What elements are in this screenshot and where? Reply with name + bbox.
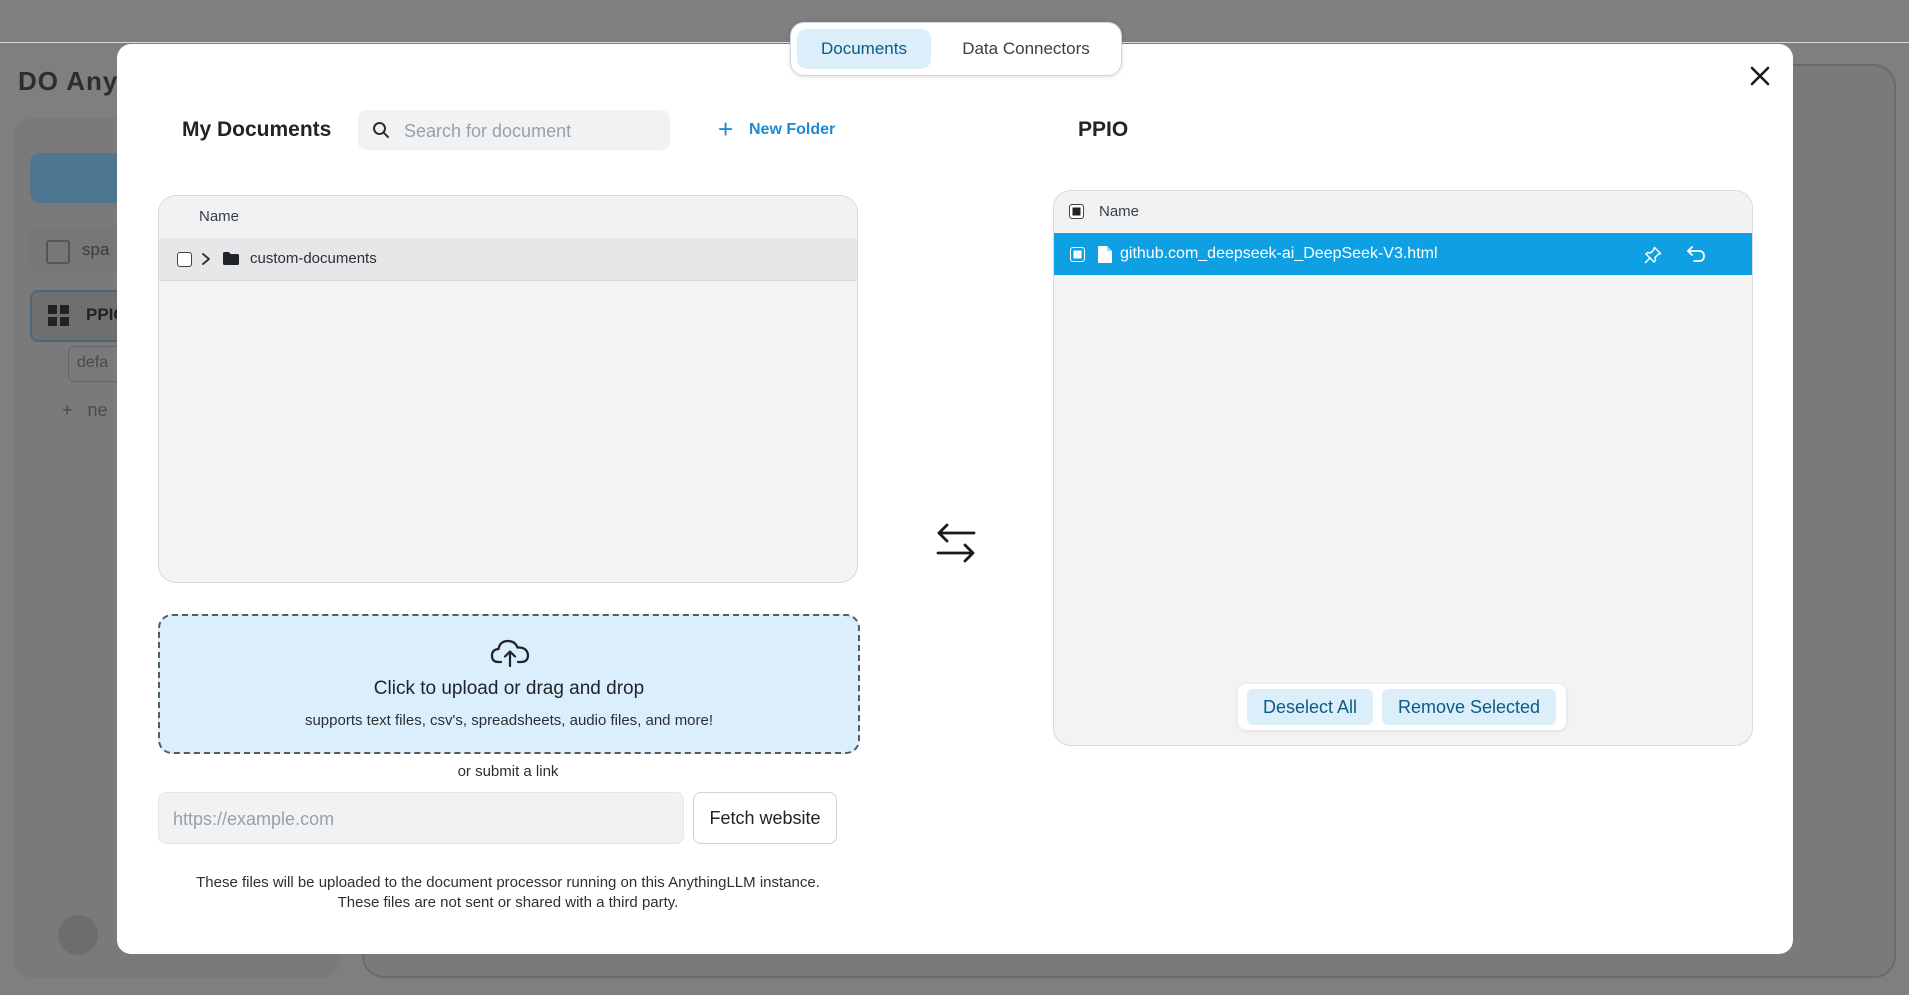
table-header: Name: [159, 196, 857, 239]
new-folder-label: New Folder: [749, 121, 836, 138]
cloud-upload-icon: [490, 639, 530, 668]
document-manager-modal: Documents Data Connectors My Documents +…: [117, 22, 1793, 954]
grid-icon: [48, 305, 70, 327]
table-header: Name: [1054, 191, 1752, 234]
swap-arrows-icon: [936, 523, 976, 563]
tab-documents[interactable]: Documents: [797, 29, 931, 69]
pin-icon[interactable]: [1644, 246, 1662, 264]
folder-name: custom-documents: [250, 250, 377, 267]
select-all-checkbox[interactable]: [1069, 204, 1084, 219]
table-row[interactable]: github.com_deepseek-ai_DeepSeek-V3.html: [1054, 233, 1752, 275]
selection-action-bar: Deselect All Remove Selected: [1238, 684, 1566, 730]
search-icon: [373, 122, 389, 138]
column-header-name: Name: [199, 208, 240, 225]
folder-icon: [223, 252, 239, 265]
table-row[interactable]: custom-documents: [159, 238, 857, 281]
workspace-title: PPIO: [1078, 118, 1129, 141]
sidebar-item-label: spa: [82, 240, 110, 259]
modal-tabs: Documents Data Connectors: [790, 22, 1122, 76]
submit-link-label: or submit a link: [457, 763, 559, 780]
fetch-website-button[interactable]: Fetch website: [693, 792, 837, 844]
url-input[interactable]: [171, 793, 675, 845]
my-documents-title: My Documents: [182, 118, 332, 141]
document-search: [358, 110, 670, 152]
workspace-icon: [46, 240, 70, 264]
row-checkbox[interactable]: [1070, 247, 1085, 262]
thread-label: defa: [77, 354, 109, 371]
deselect-all-button[interactable]: Deselect All: [1247, 689, 1373, 725]
upload-note-line1: These files will be uploaded to the docu…: [196, 874, 820, 891]
row-checkbox[interactable]: [177, 252, 192, 267]
document-name: github.com_deepseek-ai_DeepSeek-V3.html: [1120, 245, 1438, 262]
upload-subtitle: supports text files, csv's, spreadsheets…: [304, 712, 714, 729]
file-icon: [1098, 246, 1112, 263]
undo-icon[interactable]: [1686, 245, 1706, 263]
my-documents-panel: Name custom-documents: [158, 195, 858, 583]
settings-icon: [58, 915, 98, 955]
new-thread-label: ne: [87, 400, 108, 420]
search-input[interactable]: [402, 110, 666, 152]
upload-note-line2: These files are not sent or shared with …: [337, 894, 679, 911]
new-thread-item: + ne: [62, 400, 108, 420]
remove-selected-button[interactable]: Remove Selected: [1382, 689, 1556, 725]
upload-dropzone[interactable]: Click to upload or drag and drop support…: [158, 614, 860, 754]
tab-data-connectors[interactable]: Data Connectors: [937, 29, 1115, 69]
workspace-documents-panel: Name github.com_deepseek-ai_DeepSeek-V3.…: [1053, 190, 1753, 746]
chevron-right-icon[interactable]: [199, 252, 213, 266]
column-header-name: Name: [1099, 203, 1140, 220]
plus-icon: +: [718, 114, 734, 144]
close-icon[interactable]: [1746, 62, 1774, 90]
url-field: [158, 792, 684, 845]
upload-title: Click to upload or drag and drop: [373, 678, 645, 699]
